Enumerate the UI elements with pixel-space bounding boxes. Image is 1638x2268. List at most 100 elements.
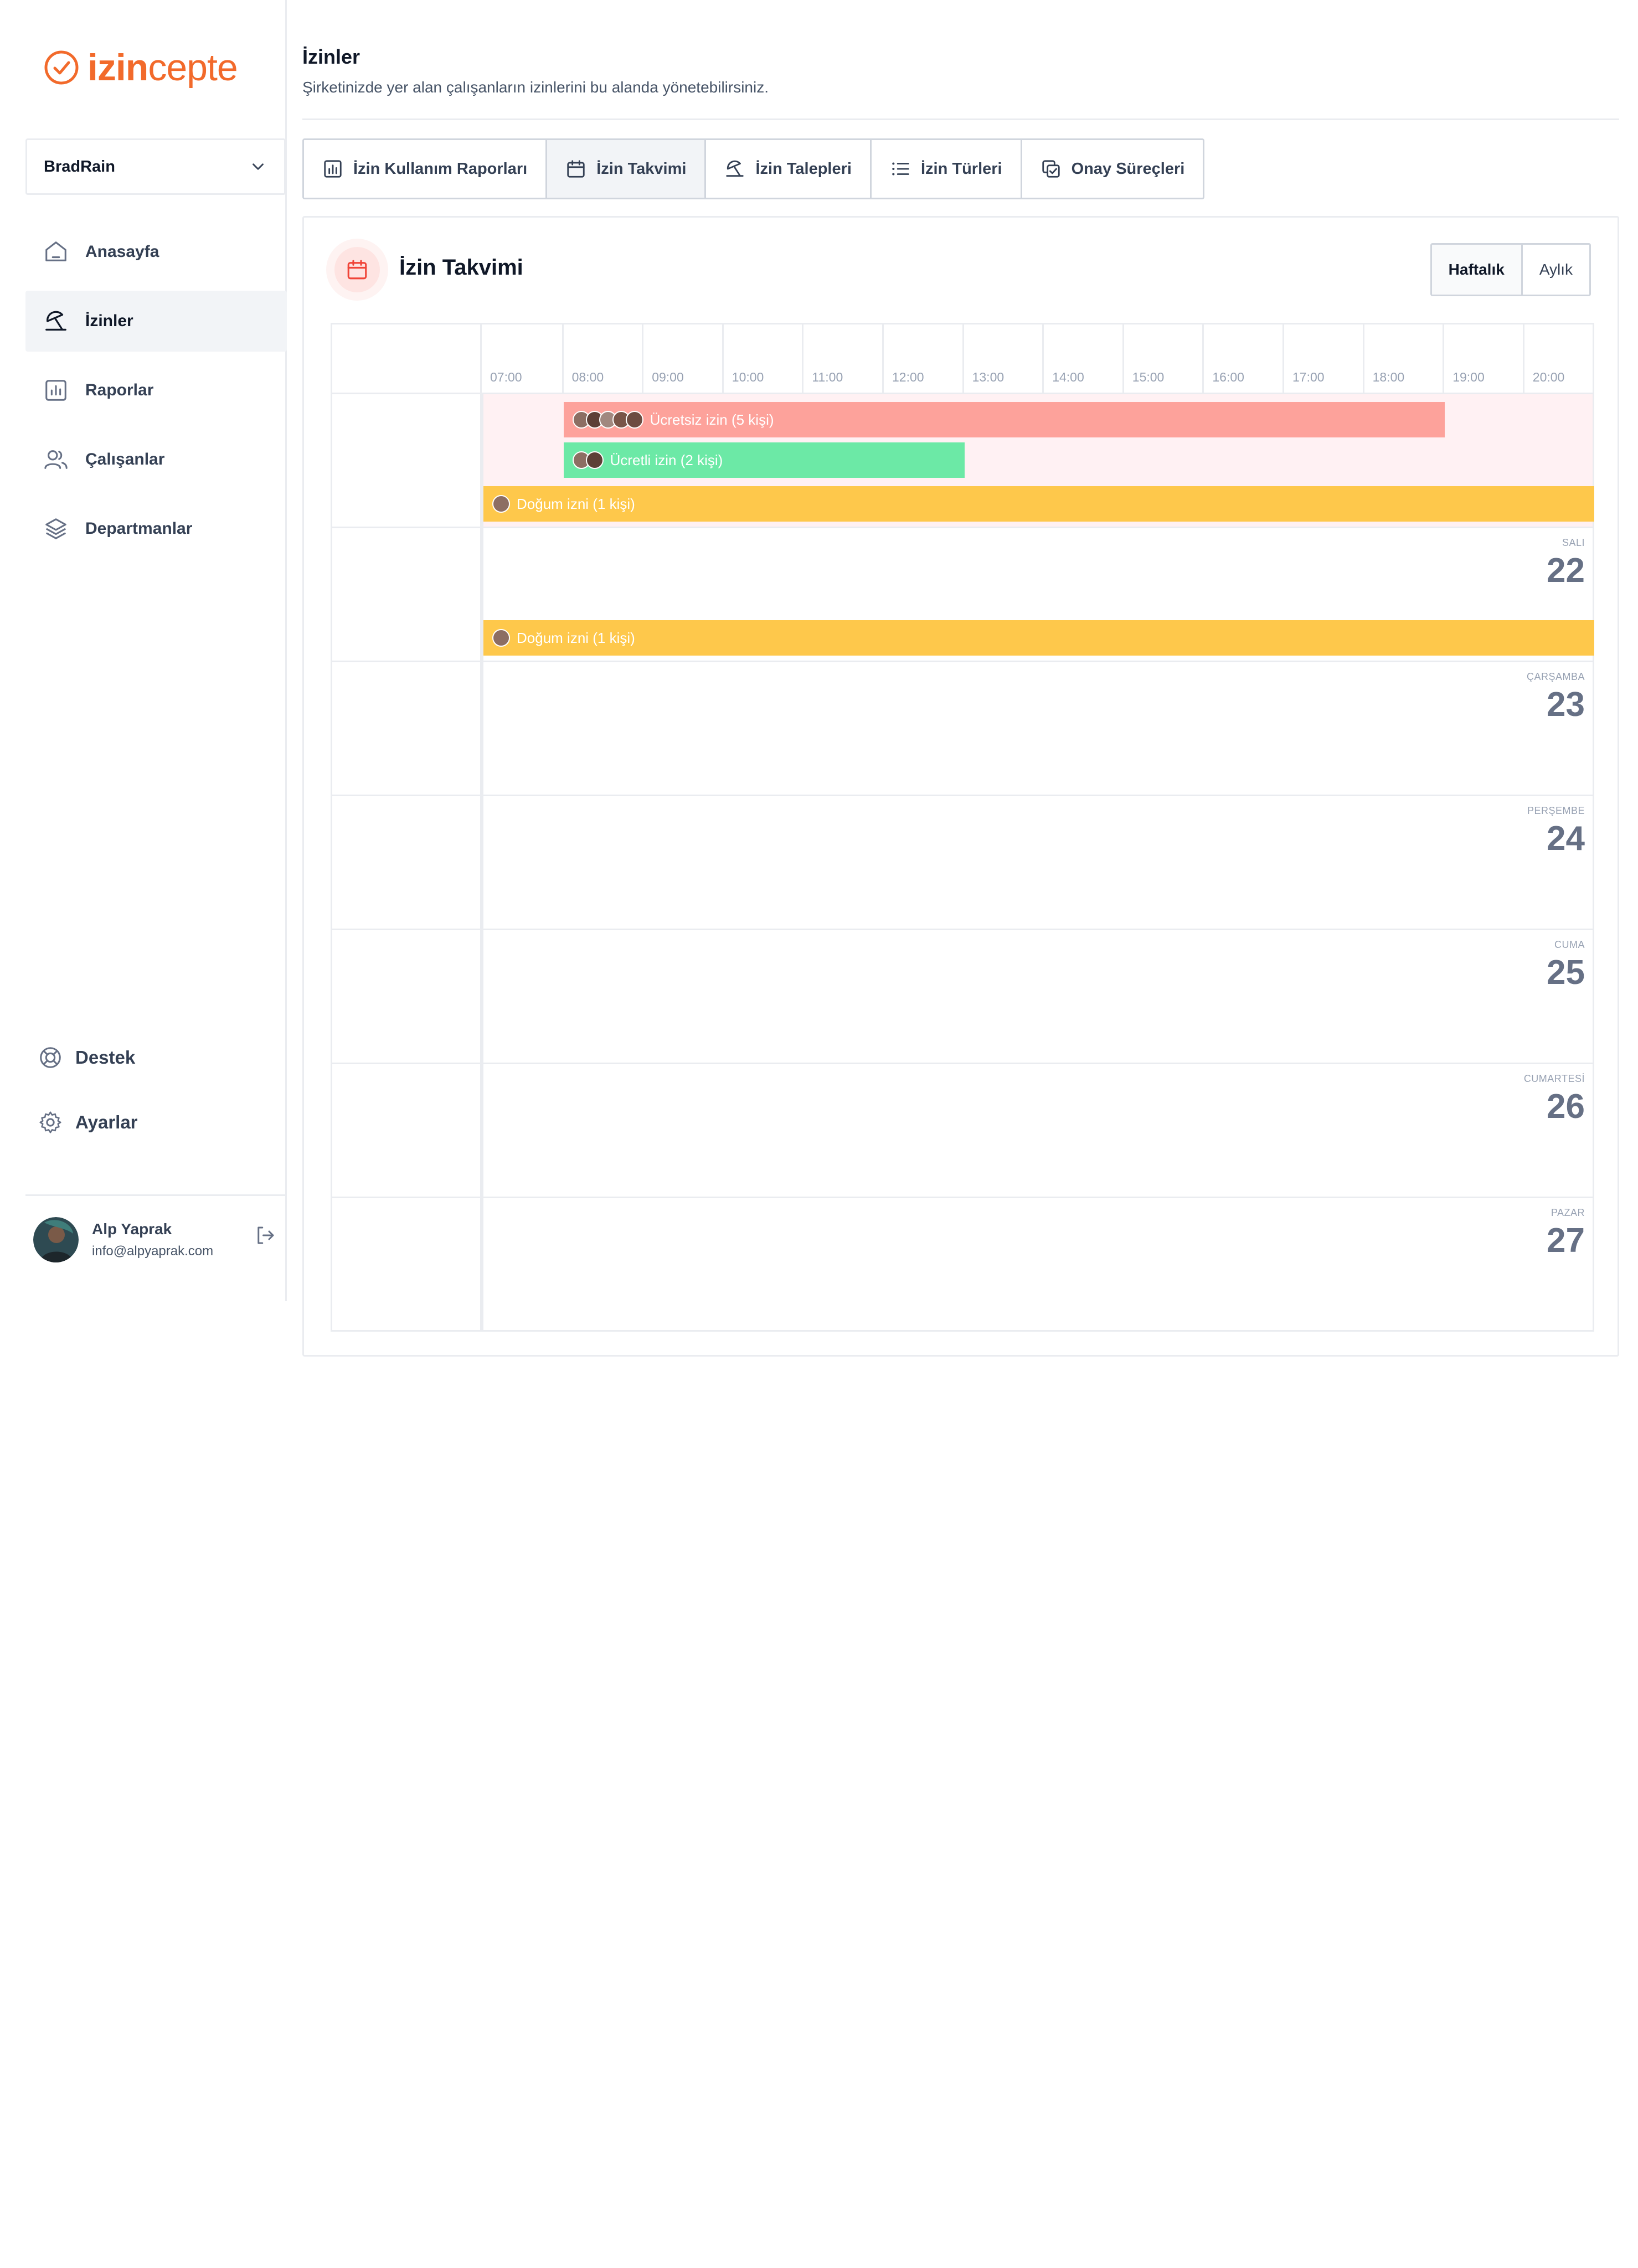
- sidebar-item-ayarlar[interactable]: Ayarlar: [25, 1106, 287, 1139]
- calendar-icon: [347, 260, 367, 280]
- hour-column: 11:00: [802, 324, 882, 393]
- company-selector[interactable]: BradRain: [25, 138, 286, 195]
- sidebar-item-label: Raporlar: [85, 381, 154, 399]
- divider: [302, 118, 1619, 120]
- sidebar-item-calisanlar[interactable]: Çalışanlar: [25, 429, 287, 490]
- leave-event[interactable]: Doğum izni (1 kişi): [483, 620, 1594, 656]
- logout-icon[interactable]: [254, 1224, 277, 1247]
- calendar-title: İzin Takvimi: [399, 255, 523, 280]
- day-timeline[interactable]: Ücretsiz izin (5 kişi) Ücretli izin (2 ki…: [482, 394, 1594, 527]
- sidebar-item-anasayfa[interactable]: Anasayfa: [25, 221, 287, 282]
- hour-header: 07:00 08:00 09:00 10:00 11:00 12:00 13:00 14:00…: [482, 324, 1593, 393]
- hour-column: 16:00: [1202, 324, 1282, 393]
- bar-chart-icon: [324, 160, 342, 178]
- life-buoy-icon: [40, 1047, 61, 1068]
- layers-icon: [45, 518, 66, 539]
- sidebar-item-departmanlar[interactable]: Departmanlar: [25, 498, 287, 559]
- tab-izin-kullanim-raporlari[interactable]: İzin Kullanım Raporları: [304, 140, 548, 198]
- chevron-down-icon: [253, 163, 264, 170]
- day-row: CUMARTESİ 26: [332, 1063, 1593, 1197]
- sidebar-item-label: İzinler: [85, 312, 133, 330]
- hour-label: 10:00: [732, 370, 764, 384]
- tab-label: İzin Kullanım Raporları: [353, 159, 528, 178]
- user-profile: Alp Yaprak info@alpyaprak.com: [25, 1194, 287, 1277]
- user-name: Alp Yaprak: [92, 1220, 172, 1238]
- sidebar-item-label: Destek: [75, 1047, 136, 1068]
- tab-onay-surecleri[interactable]: Onay Süreçleri: [1022, 140, 1203, 198]
- tab-label: Onay Süreçleri: [1071, 159, 1185, 178]
- leave-event[interactable]: Ücretli izin (2 kişi): [563, 442, 965, 478]
- week-calendar: 07:00 08:00 09:00 10:00 11:00 12:00 13:00 14:00…: [331, 323, 1594, 1332]
- hour-label: 13:00: [972, 370, 1005, 384]
- tab-label: İzin Talepleri: [755, 159, 852, 178]
- hour-label: 14:00: [1052, 370, 1084, 384]
- list-icon: [892, 162, 909, 176]
- brand-logo[interactable]: izincepte: [43, 47, 238, 89]
- hour-label: 15:00: [1132, 370, 1165, 384]
- sidebar-item-label: Ayarlar: [75, 1112, 138, 1132]
- leave-event[interactable]: Ücretsiz izin (5 kişi): [563, 402, 1445, 437]
- day-timeline[interactable]: [482, 796, 1593, 929]
- hour-column: 08:00: [562, 324, 642, 393]
- monthly-view-button[interactable]: Aylık: [1522, 245, 1589, 295]
- avatar-stack: [492, 495, 510, 513]
- hour-label: 07:00: [490, 370, 522, 384]
- sidebar-item-label: Departmanlar: [85, 519, 193, 538]
- sidebar-nav: Anasayfa İzinler Raporlar Çalışanlar Dep…: [25, 221, 287, 568]
- avatar-stack: [492, 629, 510, 647]
- tab-izin-turleri[interactable]: İzin Türleri: [871, 140, 1022, 198]
- hour-column: 10:00: [722, 324, 802, 393]
- page-title: İzinler: [302, 45, 360, 68]
- sidebar-item-label: Çalışanlar: [85, 450, 165, 468]
- day-timeline[interactable]: Doğum izni (1 kişi): [482, 528, 1594, 661]
- chart-icon: [45, 380, 66, 401]
- hour-column: 19:00: [1443, 324, 1523, 393]
- hour-label: 20:00: [1532, 370, 1565, 384]
- hour-column: 12:00: [882, 324, 962, 393]
- calendar-badge: [326, 239, 388, 301]
- day-timeline[interactable]: [482, 930, 1593, 1063]
- day-timeline[interactable]: [482, 1064, 1593, 1197]
- leave-event[interactable]: Doğum izni (1 kişi): [483, 486, 1594, 522]
- day-row: PAZAR 27: [332, 1197, 1593, 1331]
- avatar: [492, 495, 510, 513]
- tab-label: İzin Takvimi: [596, 159, 687, 178]
- tab-izin-takvimi[interactable]: İzin Takvimi: [547, 140, 707, 198]
- avatar[interactable]: [33, 1217, 79, 1262]
- view-toggle: Haftalık Aylık: [1430, 243, 1591, 296]
- sidebar-item-raporlar[interactable]: Raporlar: [25, 360, 287, 421]
- avatar-stack: [572, 451, 604, 469]
- hour-label: 18:00: [1372, 370, 1405, 384]
- hour-label: 11:00: [812, 370, 843, 384]
- sidebar: izincepte BradRain Anasayfa İzinler Rapo…: [0, 0, 287, 1301]
- avatar: [492, 629, 510, 647]
- day-timeline[interactable]: [482, 662, 1593, 795]
- event-label: Ücretli izin (2 kişi): [610, 451, 723, 468]
- avatar-stack: [572, 411, 643, 429]
- avatar: [625, 411, 643, 429]
- hour-label: 19:00: [1452, 370, 1485, 384]
- tab-bar: İzin Kullanım Raporları İzin Takvimi İzi…: [302, 138, 1205, 199]
- day-timeline[interactable]: [482, 1198, 1593, 1331]
- sidebar-bottom-nav: Destek Ayarlar: [25, 1041, 287, 1171]
- hour-column: 09:00: [642, 324, 722, 393]
- brand-name: izincepte: [87, 47, 238, 89]
- day-row: CUMA 25: [332, 929, 1593, 1063]
- hour-label: 08:00: [571, 370, 604, 384]
- hour-label: 17:00: [1292, 370, 1325, 384]
- company-name: BradRain: [44, 157, 115, 176]
- sidebar-item-izinler[interactable]: İzinler: [25, 291, 287, 352]
- hour-column: 15:00: [1122, 324, 1203, 393]
- home-icon: [45, 241, 66, 261]
- sidebar-item-destek[interactable]: Destek: [25, 1041, 287, 1074]
- tab-izin-talepleri[interactable]: İzin Talepleri: [706, 140, 872, 198]
- gear-icon: [39, 1111, 61, 1133]
- day-row: PAZARTESİ21Ücretsiz izin (5 kişi)Ücretli…: [332, 393, 1594, 527]
- users-icon: [44, 450, 68, 469]
- event-label: Ücretsiz izin (5 kişi): [650, 411, 774, 428]
- hour-label: 09:00: [652, 370, 684, 384]
- tab-label: İzin Türleri: [920, 159, 1002, 178]
- umbrella-icon: [726, 160, 744, 177]
- weekly-view-button[interactable]: Haftalık: [1431, 245, 1523, 295]
- user-email: info@alpyaprak.com: [92, 1244, 214, 1259]
